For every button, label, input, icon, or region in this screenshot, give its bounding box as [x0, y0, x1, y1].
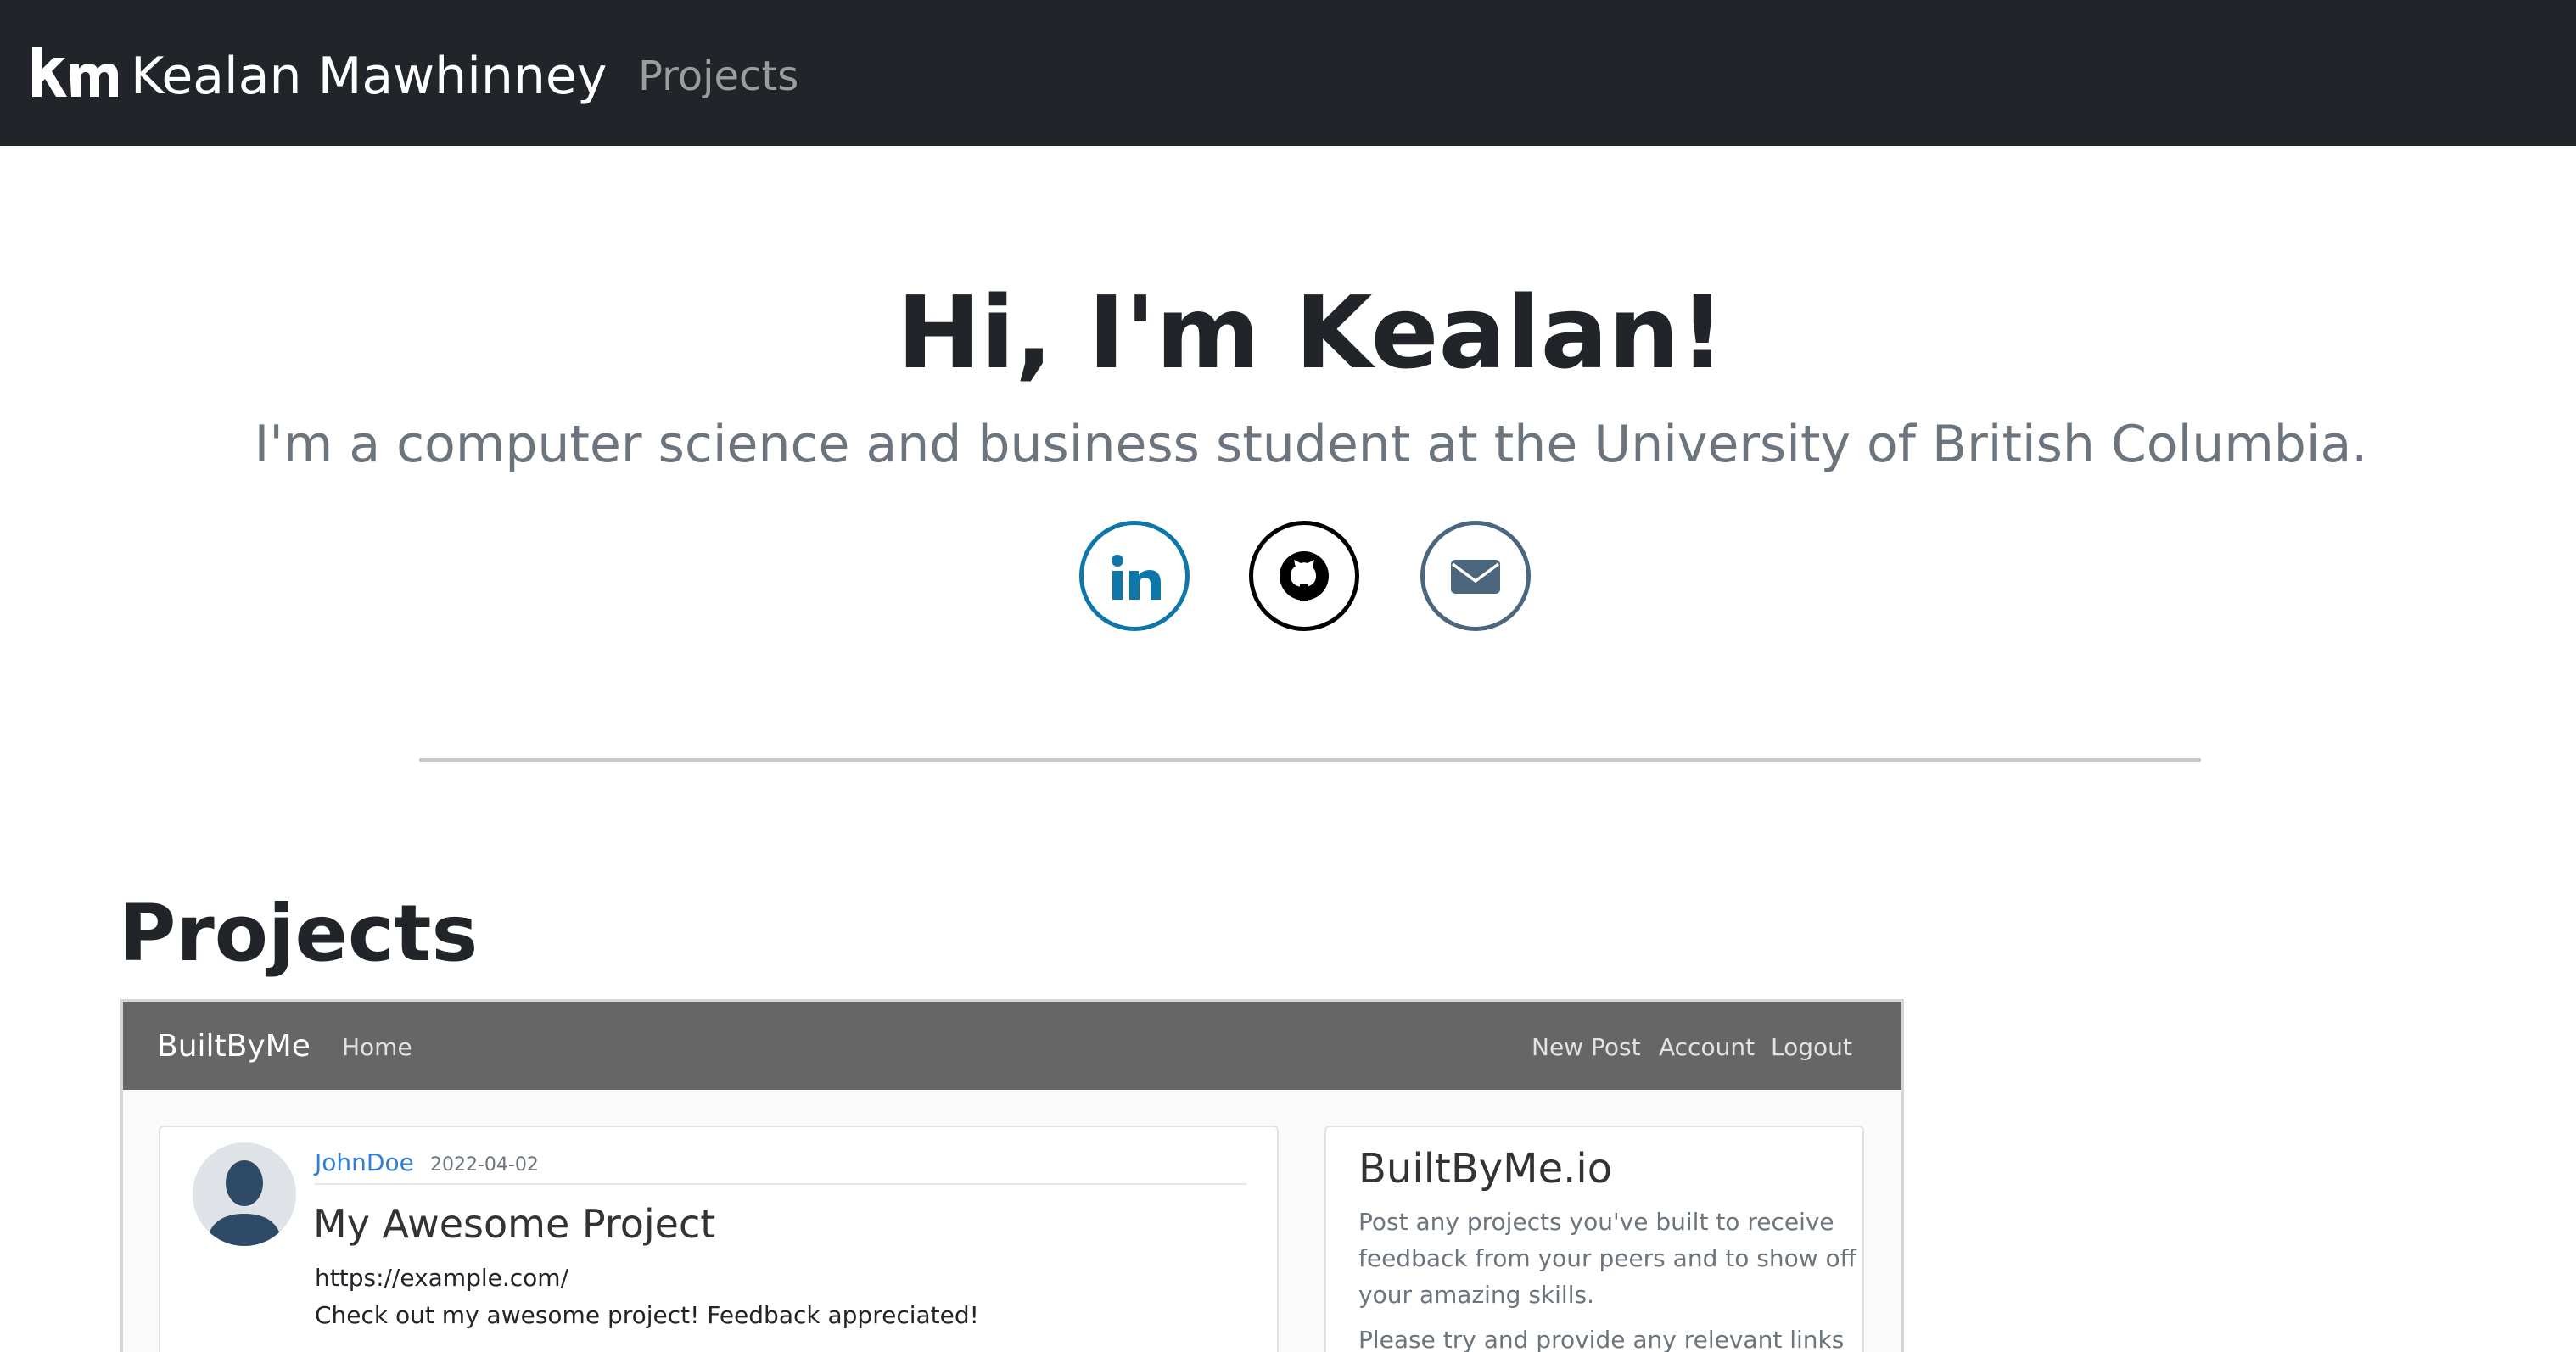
post-author: JohnDoe [315, 1148, 414, 1176]
screenshot-nav-new-post: New Post [1532, 1033, 1641, 1061]
brand-name[interactable]: Kealan Mawhinney [131, 41, 607, 112]
post-body: Check out my awesome project! Feedback a… [315, 1301, 979, 1329]
post-date: 2022-04-02 [430, 1154, 539, 1176]
km-logo-icon[interactable] [31, 44, 119, 100]
user-silhouette-icon [206, 1160, 283, 1246]
post-divider [315, 1183, 1246, 1185]
github-icon [1280, 551, 1329, 601]
post-title: My Awesome Project [313, 1201, 716, 1247]
screenshot-nav-account: Account [1659, 1033, 1756, 1061]
screenshot-post-card: JohnDoe 2022-04-02 My Awesome Project ht… [159, 1126, 1279, 1352]
hero-subtitle: I'm a computer science and business stud… [254, 415, 2368, 474]
hero-title: Hi, I'm Kealan! [896, 274, 1726, 391]
github-button[interactable] [1249, 521, 1359, 631]
project-screenshot[interactable]: BuiltByMe Home New Post Account Logout J… [120, 999, 1904, 1352]
screenshot-nav-logout: Logout [1771, 1033, 1852, 1061]
linkedin-icon [1112, 555, 1161, 600]
sidebar-line: Please try and provide any relevant link… [1358, 1326, 1845, 1352]
projects-heading: Projects [119, 888, 479, 979]
screenshot-brand: BuiltByMe [157, 1029, 311, 1064]
top-navbar: Kealan Mawhinney Projects [0, 0, 2576, 146]
screenshot-navbar: BuiltByMe Home New Post Account Logout [123, 1002, 1901, 1090]
avatar [193, 1142, 296, 1246]
section-divider [419, 758, 2201, 762]
sidebar-line: Post any projects you've built to receiv… [1358, 1208, 1834, 1236]
post-url: https://example.com/ [315, 1264, 569, 1292]
sidebar-line: your amazing skills. [1358, 1281, 1594, 1309]
screenshot-sidebar-card: BuiltByMe.io Post any projects you've bu… [1324, 1126, 1864, 1352]
email-button[interactable] [1420, 521, 1531, 631]
sidebar-line: feedback from your peers and to show off [1358, 1244, 1856, 1272]
linkedin-button[interactable] [1079, 521, 1190, 631]
sidebar-title: BuiltByMe.io [1358, 1145, 1613, 1193]
nav-link-projects[interactable]: Projects [638, 44, 798, 109]
envelope-icon [1451, 560, 1500, 594]
screenshot-nav-home: Home [342, 1033, 412, 1061]
sidebar-text: Post any projects you've built to receiv… [1358, 1204, 1856, 1352]
